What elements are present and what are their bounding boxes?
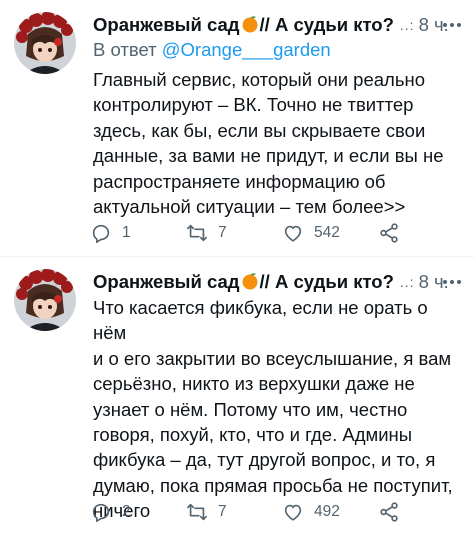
author-name[interactable]: Оранжевый сад <box>93 14 240 36</box>
reply-context: В ответ @Orange___garden <box>93 39 331 61</box>
tweet-actions: 1 7 542 <box>88 220 418 246</box>
reply-count: 1 <box>122 224 131 241</box>
avatar-image <box>14 269 76 331</box>
like-count: 542 <box>314 224 340 241</box>
share-button[interactable] <box>378 220 400 246</box>
reply-prefix: В ответ <box>93 39 162 60</box>
share-icon <box>380 502 398 522</box>
retweet-icon <box>187 503 207 521</box>
avatar[interactable] <box>14 12 76 74</box>
tweet-actions: 2 7 492 <box>88 499 418 525</box>
author-name[interactable]: Оранжевый сад <box>93 271 240 293</box>
reply-icon <box>92 224 110 243</box>
more-icon[interactable] <box>440 16 464 34</box>
orange-emoji <box>241 272 259 290</box>
tweet-text-line: фикбука – да, тут другой вопрос, и то, я <box>93 449 436 471</box>
tweet[interactable]: Оранжевый сад // А судьи кто? ..: 8 ч. Ч… <box>0 257 474 540</box>
retweet-icon <box>187 224 207 242</box>
avatar[interactable] <box>14 269 76 331</box>
retweet-button[interactable]: 7 <box>186 499 227 525</box>
tweet-header: Оранжевый сад // А судьи кто? ..: 8 ч. <box>93 269 464 295</box>
retweet-count: 7 <box>218 503 227 520</box>
tweet-text-line: Что касается фикбука, если не орать о нё… <box>93 297 428 344</box>
share-button[interactable] <box>378 499 400 525</box>
more-icon[interactable] <box>440 273 464 291</box>
author-title[interactable]: // А судьи кто? <box>260 271 394 293</box>
tweet-text: Что касается фикбука, если не орать о нё… <box>93 295 465 524</box>
reply-handle-link[interactable]: @Orange___garden <box>162 39 331 60</box>
heart-icon <box>284 225 302 242</box>
avatar-image <box>14 12 76 74</box>
tweet-text-line: говоря, похуй, кто, что и где. Админы <box>93 424 413 446</box>
reply-button[interactable]: 1 <box>90 220 131 246</box>
like-button[interactable]: 492 <box>282 499 340 525</box>
tweet[interactable]: Оранжевый сад // А судьи кто? ..: 8 ч. В… <box>0 0 474 255</box>
tweet-text-line: серьёзно, никто из верхушки даже не <box>93 373 415 395</box>
author-title[interactable]: // А судьи кто? <box>260 14 394 36</box>
retweet-count: 7 <box>218 224 227 241</box>
tweet-text: Главный сервис, который они реально конт… <box>93 67 465 219</box>
tweet-text-line: узнает о нём. Потому что им, честно <box>93 398 408 420</box>
reply-button[interactable]: 2 <box>90 499 131 525</box>
heart-icon <box>284 504 302 521</box>
tweet-text-line: контролируют – ВК. Точно не твиттер <box>93 94 414 116</box>
tweet-text-line: и о его закрытии во всеуслышание, я вам <box>93 347 452 369</box>
verified-dots: ..: <box>399 17 415 33</box>
verified-dots: ..: <box>399 274 415 290</box>
like-count: 492 <box>314 503 340 520</box>
tweet-text-line: распространяете информацию об <box>93 170 386 192</box>
tweet-header: Оранжевый сад // А судьи кто? ..: 8 ч. <box>93 12 464 38</box>
tweet-text-line: актуальной ситуации – тем более>> <box>93 196 406 218</box>
tweet-text-line: данные, за вами не придут, и если вы не <box>93 145 444 167</box>
tweet-text-line: Главный сервис, который они реально <box>93 69 425 90</box>
reply-icon <box>92 503 110 522</box>
retweet-button[interactable]: 7 <box>186 220 227 246</box>
orange-emoji <box>241 15 259 33</box>
reply-count: 2 <box>122 503 131 520</box>
like-button[interactable]: 542 <box>282 220 340 246</box>
share-icon <box>380 223 398 243</box>
tweet-text-line: здесь, как бы, если вы скрываете свои <box>93 119 426 141</box>
tweet-text-line: думаю, пока прямая просьба не поступит, <box>93 474 453 496</box>
